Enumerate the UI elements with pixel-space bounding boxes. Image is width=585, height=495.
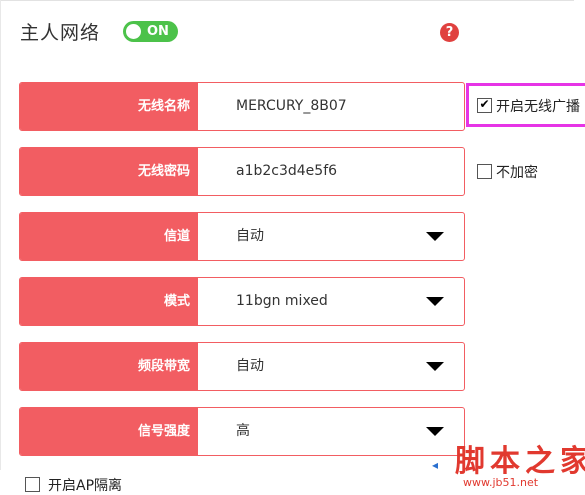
signal-strength-select[interactable]: 信号强度 高 [19,407,465,456]
panel-top-border [0,0,574,1]
help-icon[interactable]: ? [440,23,459,42]
chevron-down-icon[interactable] [426,232,444,241]
watermark-logo: 脚本之家 [455,444,585,479]
ap-isolation-checkbox-label[interactable]: 开启AP隔离 [48,475,122,495]
mode-value[interactable]: 11bgn mixed [236,278,328,325]
password-label: 无线密码 [20,148,198,195]
watermark-url: www.jb51.net [463,476,539,489]
no-encrypt-checkbox[interactable] [477,164,492,179]
signal-strength-label: 信号强度 [20,408,198,455]
bandwidth-select[interactable]: 频段带宽 自动 [19,342,465,391]
highlight-box [466,83,585,127]
no-encrypt-checkbox-label[interactable]: 不加密 [496,162,538,182]
channel-select[interactable]: 信道 自动 [19,212,465,261]
chevron-down-icon[interactable] [426,297,444,306]
channel-label: 信道 [20,213,198,260]
ssid-input[interactable]: MERCURY_8B07 [236,83,347,130]
toggle-knob [126,24,141,39]
page-title: 主人网络 [20,22,101,44]
ssid-field: 无线名称 MERCURY_8B07 [19,82,465,131]
toggle-label: ON [147,24,169,39]
channel-value[interactable]: 自动 [236,213,264,260]
mode-select[interactable]: 模式 11bgn mixed [19,277,465,326]
signal-strength-value[interactable]: 高 [236,408,250,455]
ssid-label: 无线名称 [20,83,198,130]
password-input[interactable]: a1b2c3d4e5f6 [236,148,337,195]
chevron-down-icon[interactable] [426,362,444,371]
bandwidth-label: 频段带宽 [20,343,198,390]
password-field: 无线密码 a1b2c3d4e5f6 [19,147,465,196]
bandwidth-value[interactable]: 自动 [236,343,264,390]
chevron-down-icon[interactable] [426,427,444,436]
panel-left-border [0,0,1,470]
mode-label: 模式 [20,278,198,325]
scroll-hint-icon: ◂ [432,458,439,472]
ap-isolation-checkbox[interactable] [25,477,40,492]
host-network-toggle[interactable]: ON [123,21,178,42]
